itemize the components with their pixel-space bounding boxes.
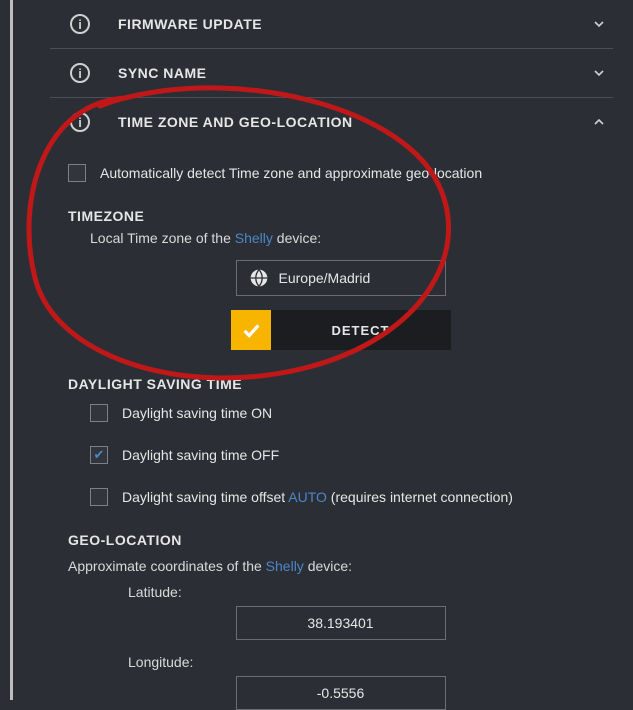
text: Local Time zone of the <box>90 230 235 246</box>
section-timezone-geo[interactable]: i TIME ZONE AND GEO-LOCATION <box>50 98 613 146</box>
longitude-label: Longitude: <box>128 654 613 670</box>
chevron-down-icon <box>591 65 607 81</box>
dst-off-checkbox[interactable] <box>90 446 108 464</box>
latitude-label: Latitude: <box>128 584 613 600</box>
text: (requires internet connection) <box>327 489 513 505</box>
settings-panel: i FIRMWARE UPDATE i SYNC NAME i TIME ZON… <box>0 0 633 710</box>
section-sync-name[interactable]: i SYNC NAME <box>50 49 613 98</box>
timezone-heading: TIMEZONE <box>68 208 613 224</box>
dst-offset-checkbox[interactable] <box>90 488 108 506</box>
chevron-up-icon <box>591 114 607 130</box>
section-title: FIRMWARE UPDATE <box>118 16 591 32</box>
text: device: <box>304 558 352 574</box>
latitude-input[interactable] <box>236 606 446 640</box>
dst-on-label: Daylight saving time ON <box>122 405 272 421</box>
section-firmware-update[interactable]: i FIRMWARE UPDATE <box>50 0 613 49</box>
dst-off-label: Daylight saving time OFF <box>122 447 279 463</box>
section-title: TIME ZONE AND GEO-LOCATION <box>118 114 591 130</box>
info-icon: i <box>70 112 90 132</box>
auto-detect-label: Automatically detect Time zone and appro… <box>100 165 482 181</box>
dst-heading: DAYLIGHT SAVING TIME <box>68 376 613 392</box>
timezone-select[interactable]: Europe/Madrid <box>236 260 446 296</box>
shelly-link[interactable]: Shelly <box>235 230 273 246</box>
globe-icon <box>249 268 269 288</box>
timezone-desc: Local Time zone of the Shelly device: <box>90 230 613 246</box>
timezone-value: Europe/Madrid <box>279 270 371 286</box>
dst-offset-label: Daylight saving time offset AUTO (requir… <box>122 489 513 505</box>
geo-heading: GEO-LOCATION <box>68 532 613 548</box>
left-rule <box>10 0 13 700</box>
chevron-down-icon <box>591 16 607 32</box>
geo-desc: Approximate coordinates of the Shelly de… <box>68 558 613 574</box>
text: Approximate coordinates of the <box>68 558 266 574</box>
info-icon: i <box>70 14 90 34</box>
longitude-input[interactable] <box>236 676 446 710</box>
text: device: <box>273 230 321 246</box>
section-title: SYNC NAME <box>118 65 591 81</box>
detect-button[interactable]: DETECT <box>271 310 451 350</box>
auto-text: AUTO <box>288 489 327 505</box>
detect-button-label: DETECT <box>332 323 390 338</box>
shelly-link[interactable]: Shelly <box>266 558 304 574</box>
timezone-geo-content: Automatically detect Time zone and appro… <box>50 146 613 710</box>
detect-check-icon <box>231 310 271 350</box>
auto-detect-checkbox[interactable] <box>68 164 86 182</box>
dst-on-checkbox[interactable] <box>90 404 108 422</box>
text: Daylight saving time offset <box>122 489 288 505</box>
info-icon: i <box>70 63 90 83</box>
